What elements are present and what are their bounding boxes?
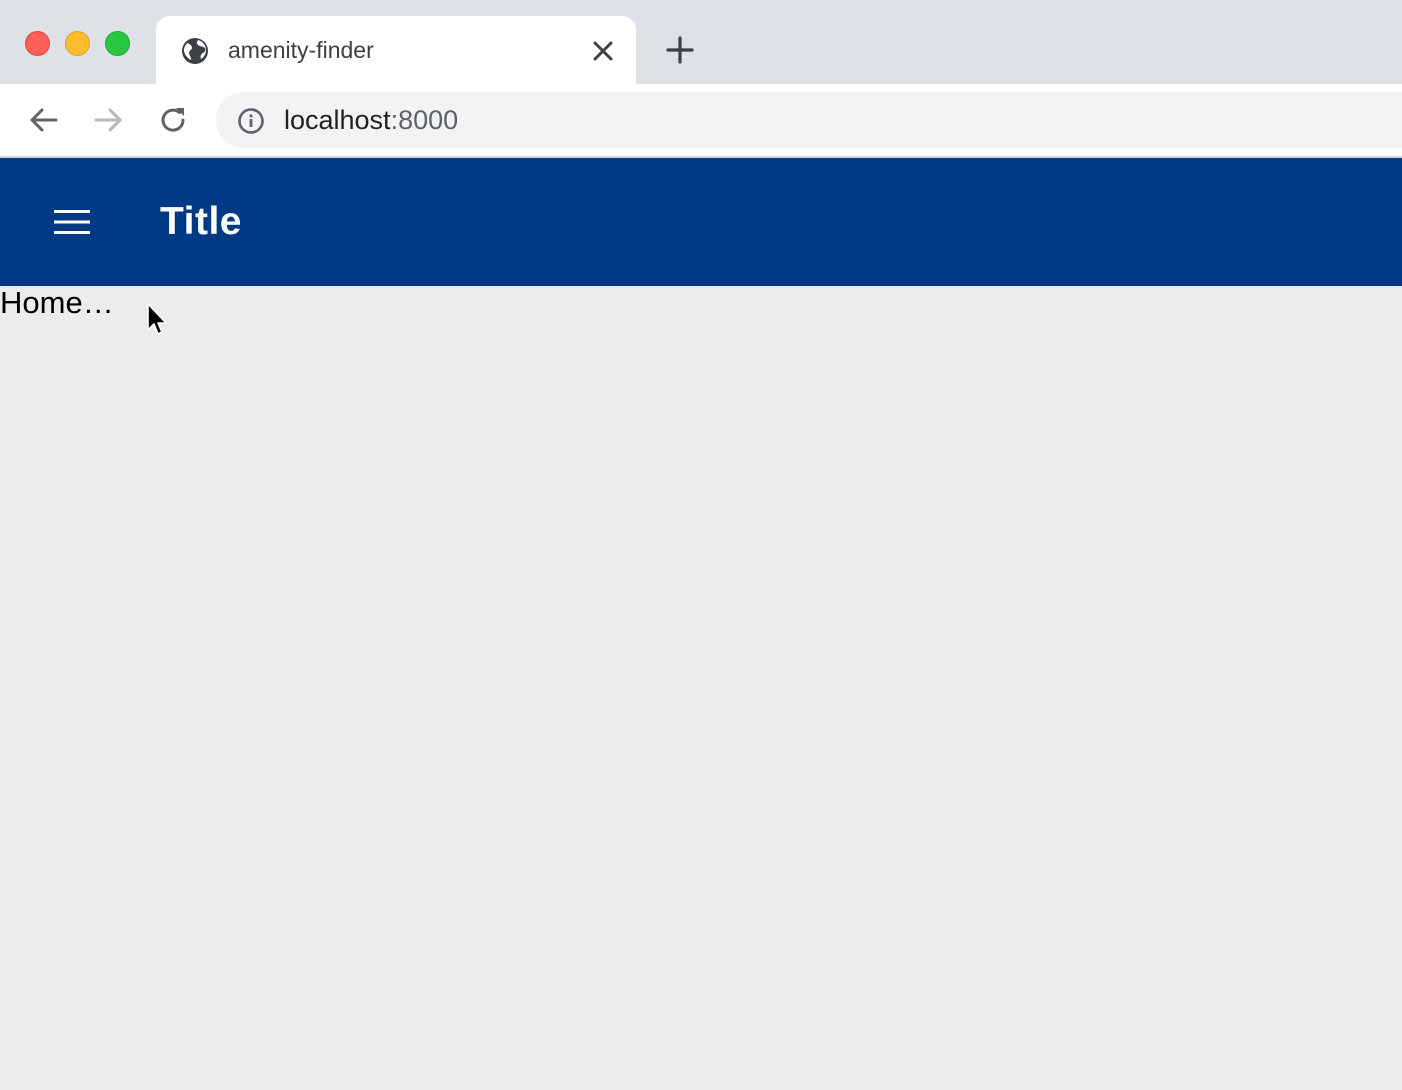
url-text[interactable]: localhost:8000	[284, 105, 458, 135]
page-title: Title	[160, 200, 242, 243]
globe-icon	[182, 38, 208, 64]
arrow-right-icon[interactable]	[90, 102, 126, 138]
plus-icon[interactable]	[664, 34, 696, 66]
home-text: Home…	[0, 285, 114, 320]
hamburger-menu-icon[interactable]	[52, 208, 92, 236]
url-host: localhost	[284, 105, 391, 135]
tab-title: amenity-finder	[228, 37, 374, 63]
browser-window: amenity-finder localhost:8000 Title Home…	[0, 0, 1402, 1090]
arrow-left-icon[interactable]	[26, 102, 62, 138]
info-icon[interactable]	[236, 106, 266, 136]
tab-strip: amenity-finder	[0, 0, 1402, 84]
main-content: Home…	[0, 286, 1402, 1090]
browser-tab[interactable]: amenity-finder	[156, 16, 636, 84]
mouse-cursor-icon	[147, 303, 167, 335]
close-window-button[interactable]	[25, 31, 50, 56]
maximize-window-button[interactable]	[105, 31, 130, 56]
reload-icon[interactable]	[155, 102, 191, 138]
url-port: :8000	[390, 105, 459, 135]
close-icon[interactable]	[590, 38, 616, 64]
address-bar[interactable]: localhost:8000	[216, 92, 1402, 148]
app-top-bar: Title	[0, 158, 1402, 286]
minimize-window-button[interactable]	[65, 31, 90, 56]
browser-toolbar: localhost:8000	[0, 84, 1402, 156]
